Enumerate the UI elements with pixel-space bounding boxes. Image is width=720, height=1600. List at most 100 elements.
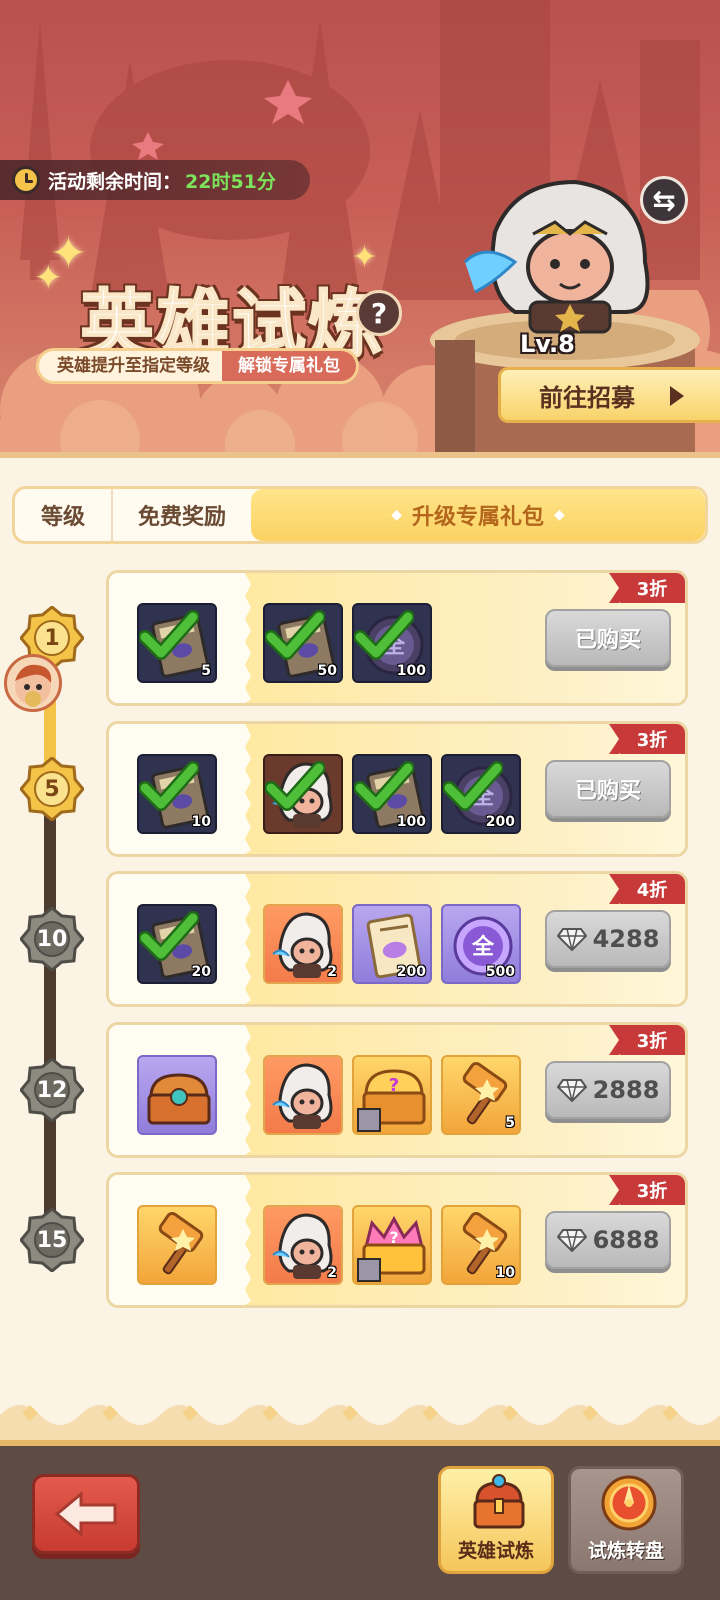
- zigzag-divider: [237, 874, 251, 1004]
- diamond-deco-icon: ◆: [391, 507, 402, 523]
- chest-icon: [147, 1073, 211, 1125]
- item-quantity: 100: [396, 663, 426, 679]
- reward-item[interactable]: 2: [263, 904, 343, 984]
- zigzag-divider: [237, 1175, 251, 1305]
- timer-value: 22时51分: [185, 170, 276, 193]
- item-quantity: 5: [505, 1115, 515, 1131]
- level-badge-number: 15: [36, 1227, 68, 1253]
- wave-divider: [0, 1385, 720, 1445]
- check-icon: [265, 761, 325, 811]
- check-icon: [354, 610, 414, 660]
- discount-tag: 3折: [609, 1025, 685, 1055]
- level-badge: 12: [20, 1058, 84, 1122]
- level-badge-number: 5: [44, 776, 60, 802]
- price-value: 6888: [592, 1226, 660, 1254]
- hammer-icon: [158, 1211, 204, 1275]
- reward-item[interactable]: 2: [263, 1205, 343, 1285]
- item-quantity: 20: [191, 964, 211, 980]
- reward-item[interactable]: 全 200: [441, 754, 521, 834]
- item-quantity: 200: [396, 964, 426, 980]
- tab-upgrade-gift-label: 升级专属礼包: [411, 505, 544, 530]
- item-quantity: 200: [485, 814, 515, 830]
- reward-item[interactable]: 全 500: [441, 904, 521, 984]
- reward-item[interactable]: [263, 1055, 343, 1135]
- arrow-left-icon: [54, 1492, 117, 1536]
- subtitle-banner: 英雄提升至指定等级 解锁专属礼包: [36, 348, 359, 384]
- reward-item[interactable]: 5: [137, 603, 217, 683]
- buy-button[interactable]: 4288: [545, 910, 671, 968]
- nav-trial-wheel-label: 试炼转盘: [587, 1540, 664, 1562]
- reward-item[interactable]: [137, 1205, 217, 1285]
- check-icon: [354, 761, 414, 811]
- diamond-deco-icon: ◆: [554, 507, 565, 523]
- hero-icon: [272, 1063, 333, 1129]
- reward-item[interactable]: ?: [352, 1055, 432, 1135]
- purchased-button[interactable]: 已购买: [545, 760, 671, 818]
- check-icon: [139, 911, 199, 961]
- tab-level[interactable]: 等级: [15, 489, 113, 541]
- svg-text:?: ?: [389, 1075, 399, 1096]
- price-value: 4288: [592, 925, 660, 953]
- timer-label: 活动剩余时间：: [48, 170, 182, 193]
- level-badge-number: 10: [36, 926, 68, 952]
- reward-item[interactable]: [137, 1055, 217, 1135]
- price-value: 2888: [592, 1076, 660, 1104]
- diamond-icon: [556, 1079, 587, 1102]
- purchased-button[interactable]: 已购买: [545, 609, 671, 667]
- discount-tag: 4折: [609, 874, 685, 904]
- gift-panel: 等级 免费奖励 ◆ 升级专属礼包 ◆ 1 5 10 12 15 3折 5 50 全 100 已购买…: [0, 452, 720, 1442]
- reward-item[interactable]: ?: [352, 1205, 432, 1285]
- check-icon: [443, 761, 503, 811]
- zigzag-divider: [237, 1025, 251, 1155]
- nav-trial-wheel[interactable]: 试炼转盘: [568, 1466, 684, 1574]
- reward-item[interactable]: [263, 754, 343, 834]
- bottom-bar: 英雄试炼 试炼转盘: [0, 1440, 720, 1600]
- check-icon: [265, 610, 325, 660]
- subtitle-reward: 解锁专属礼包: [222, 351, 356, 381]
- svg-text:?: ?: [389, 1228, 398, 1247]
- item-quantity: 5: [201, 663, 211, 679]
- tab-free-rewards[interactable]: 免费奖励: [113, 489, 251, 541]
- back-button[interactable]: [32, 1474, 140, 1554]
- crown-chest-icon: ?: [357, 1215, 426, 1282]
- gift-row: 3折? 5 2888: [106, 1022, 688, 1158]
- recruit-label: 前往招募: [539, 383, 635, 412]
- item-quantity: 10: [191, 814, 211, 830]
- gift-row: 4折 20 2 200 全 500 4288: [106, 871, 688, 1007]
- reward-item[interactable]: 全 100: [352, 603, 432, 683]
- reward-item[interactable]: 100: [352, 754, 432, 834]
- player-avatar: [4, 654, 62, 712]
- gift-row: 3折 10 100 全 200 已购买: [106, 721, 688, 857]
- subtitle-condition: 英雄提升至指定等级: [57, 356, 210, 376]
- buy-button[interactable]: 2888: [545, 1061, 671, 1119]
- nav-hero-trial[interactable]: 英雄试炼: [438, 1466, 554, 1574]
- reward-item[interactable]: 5: [441, 1055, 521, 1135]
- check-icon: [139, 610, 199, 660]
- item-quantity: 100: [396, 814, 426, 830]
- zigzag-divider: [237, 573, 251, 703]
- reward-item[interactable]: 10: [441, 1205, 521, 1285]
- treasure-chest-icon: [473, 1474, 525, 1529]
- reward-item[interactable]: 50: [263, 603, 343, 683]
- reward-item[interactable]: 200: [352, 904, 432, 984]
- recruit-button[interactable]: 前往招募: [498, 367, 720, 423]
- nav-hero-trial-label: 英雄试炼: [457, 1540, 534, 1562]
- hero-level: Lv.8: [520, 330, 575, 358]
- level-badge: 5: [20, 757, 84, 821]
- tab-upgrade-gift[interactable]: ◆ 升级专属礼包 ◆: [251, 489, 705, 541]
- discount-tag: 3折: [609, 573, 685, 603]
- item-quantity: 2: [327, 1265, 337, 1281]
- level-badge-number: 12: [36, 1077, 68, 1103]
- diamond-icon: [556, 1229, 587, 1252]
- item-quantity: 2: [327, 964, 337, 980]
- svg-text:全: 全: [471, 934, 495, 960]
- help-button[interactable]: ?: [356, 290, 402, 336]
- item-quantity: 50: [317, 663, 337, 679]
- item-quantity: 500: [485, 964, 515, 980]
- hero-portrait[interactable]: [455, 172, 675, 342]
- reward-item[interactable]: 10: [137, 754, 217, 834]
- spin-wheel-icon: [601, 1475, 657, 1531]
- check-icon: [139, 761, 199, 811]
- buy-button[interactable]: 6888: [545, 1211, 671, 1269]
- reward-item[interactable]: 20: [137, 904, 217, 984]
